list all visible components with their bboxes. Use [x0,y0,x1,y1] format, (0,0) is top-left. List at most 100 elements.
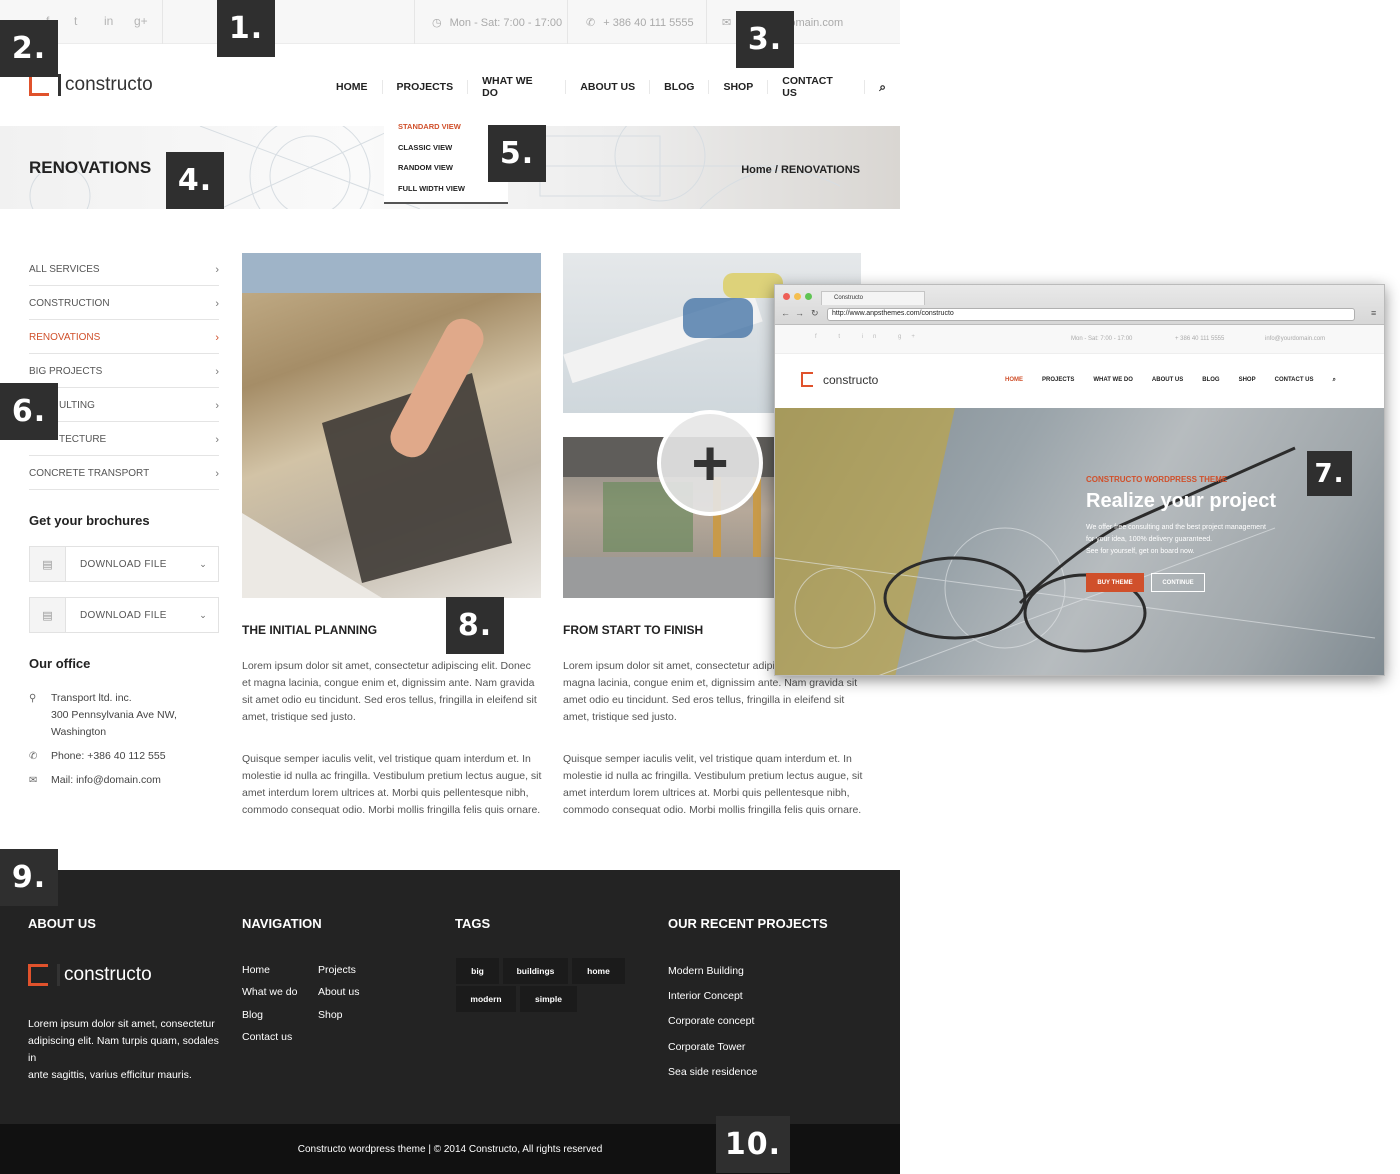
browser-header: constructo HOME PROJECTS WHAT WE DO ABOU… [775,354,1384,408]
sidebar-item-all-services[interactable]: ALL SERVICES › [29,252,219,286]
tag-simple[interactable]: simple [520,986,577,1012]
forward-icon[interactable]: → [795,308,804,318]
project-link[interactable]: Corporate Tower [668,1035,757,1060]
nav-item-projects[interactable]: PROJECTS [383,80,469,94]
chevron-down-icon: ⌄ [199,609,207,620]
dropdown-item-classic-view[interactable]: CLASSIC VIEW [398,143,494,164]
footer-link-projects[interactable]: Projects [318,959,359,981]
dropdown-item-standard-view[interactable]: STANDARD VIEW [398,122,494,143]
badge-9: 9. [0,849,58,906]
doc-file-icon: ▤ [30,598,66,632]
tag-big[interactable]: big [456,958,499,984]
hero-subtext: We offer free consulting and the best pr… [1086,524,1266,555]
office-phone: ✆ Phone: +386 40 112 555 [29,748,219,765]
col1-title: THE INITIAL PLANNING [242,623,378,637]
browser-tab[interactable]: Constructo [821,291,925,305]
browser-mockup: Constructo ← → ↻ http://www.anpsthemes.c… [774,284,1385,676]
browser-chrome: Constructo ← → ↻ http://www.anpsthemes.c… [775,285,1384,325]
plus-icon[interactable]: + [657,410,763,516]
badge-7: 7. [1307,451,1352,496]
map-pin-icon: ⚲ [29,693,37,704]
address-bar[interactable]: http://www.anpsthemes.com/constructo [827,308,1355,321]
project-link[interactable]: Modern Building [668,959,757,984]
dropdown-item-full-width-view[interactable]: FULL WIDTH VIEW [398,184,494,205]
brochures-heading: Get your brochures [29,513,150,528]
linkedin-icon[interactable]: in [104,14,113,28]
badge-10: 10. [716,1116,790,1173]
phone-icon: ✆ [29,751,38,762]
dropdown-item-random-view[interactable]: RANDOM VIEW [398,163,494,184]
browser-logo[interactable]: constructo [801,372,878,387]
search-icon[interactable]: ⌕ [1333,377,1336,384]
chevron-right-icon: › [215,433,219,446]
download-file-2[interactable]: ▤ DOWNLOAD FILE ⌄ [29,597,219,633]
menu-icon[interactable]: ≡ [1371,308,1376,318]
footer-link-about-us[interactable]: About us [318,981,359,1003]
footer-link-blog[interactable]: Blog [242,1004,297,1026]
nav-item-home[interactable]: HOME [336,80,383,94]
sidebar-item-construction[interactable]: CONSTRUCTION › [29,286,219,320]
download-file-1[interactable]: ▤ DOWNLOAD FILE ⌄ [29,546,219,582]
chevron-right-icon: › [215,467,219,480]
hero-kicker: CONSTRUCTO WORDPRESS THEME [1086,475,1228,484]
footer-link-what-we-do[interactable]: What we do [242,981,297,1003]
back-icon[interactable]: ← [781,308,790,318]
sidebar-item-renovations[interactable]: RENOVATIONS › [29,320,219,354]
site-logo[interactable]: constructo [29,74,153,96]
chevron-right-icon: › [215,297,219,310]
close-dot-icon[interactable] [783,293,790,300]
buy-theme-button[interactable]: BUY THEME [1086,573,1144,592]
trowel-photo[interactable] [242,253,541,598]
project-link[interactable]: Corporate concept [668,1009,757,1034]
breadcrumb[interactable]: Home / RENOVATIONS [741,164,860,176]
project-link[interactable]: Sea side residence [668,1060,757,1085]
footer-link-contact-us[interactable]: Contact us [242,1026,297,1048]
chevron-right-icon: › [215,263,219,276]
chevron-right-icon: › [215,331,219,344]
services-sidebar: ALL SERVICES › CONSTRUCTION › RENOVATIONS ›… [29,252,219,490]
mail-icon: ✉ [722,17,732,29]
nav-item-shop[interactable]: SHOP [709,80,769,94]
nav-item-contact-us[interactable]: CONTACT US [768,75,866,99]
glasses-blueprint-illustration [775,408,1376,675]
nav-item-about-us[interactable]: ABOUT US [566,80,651,94]
reload-icon[interactable]: ↻ [811,308,819,319]
page-title: RENOVATIONS [29,158,152,177]
logo-mark-icon [801,372,813,387]
trowel-illustration [242,253,541,598]
col2-paragraph-2: Quisque semper iaculis velit, vel tristi… [563,753,863,816]
nav-item-blog[interactable]: BLOG [650,80,710,94]
logo-mark-icon [29,74,61,96]
sidebar-item-concrete-transport[interactable]: CONCRETE TRANSPORT › [29,456,219,490]
office-address: ⚲ Transport ltd. inc. 300 Pennsylvania A… [29,690,219,741]
footer-tags-heading: TAGS [455,916,491,931]
footer-link-shop[interactable]: Shop [318,1004,359,1026]
chevron-down-icon: ⌄ [199,558,207,569]
col1-paragraph-1: Lorem ipsum dolor sit amet, consectetur … [242,660,537,723]
office-mail[interactable]: ✉ Mail: info@domain.com [29,772,219,789]
maximize-dot-icon[interactable] [805,293,812,300]
mail-icon: ✉ [29,775,38,786]
twitter-icon[interactable]: t [74,14,77,28]
browser-hero: CONSTRUCTO WORDPRESS THEME Realize your … [775,408,1384,675]
badge-2: 2. [0,20,58,77]
col2-title: FROM START TO FINISH [563,623,704,637]
nav-item-what-we-do[interactable]: WHAT WE DO [468,75,567,99]
tag-buildings[interactable]: buildings [503,958,568,984]
google-plus-icon[interactable]: g+ [134,14,148,28]
footer-link-home[interactable]: Home [242,959,297,981]
badge-6: 6. [0,383,58,440]
project-link[interactable]: Interior Concept [668,984,757,1009]
search-icon[interactable]: ⌕ [865,80,900,94]
tag-home[interactable]: home [572,958,625,984]
footer-logo[interactable]: constructo [28,964,152,986]
browser-topbar: f t in g+ Mon - Sat: 7:00 - 17:00 + 386 … [775,325,1384,354]
tag-modern[interactable]: modern [456,986,516,1012]
col1-paragraph-2: Quisque semper iaculis velit, vel tristi… [242,753,542,816]
footer-projects-list: Modern Building Interior Concept Corpora… [668,959,757,1085]
chevron-right-icon: › [215,365,219,378]
minimize-dot-icon[interactable] [794,293,801,300]
continue-button[interactable]: CONTINUE [1151,573,1205,592]
phone-icon: ✆ [586,17,596,29]
footer-about-heading: ABOUT US [28,916,96,931]
